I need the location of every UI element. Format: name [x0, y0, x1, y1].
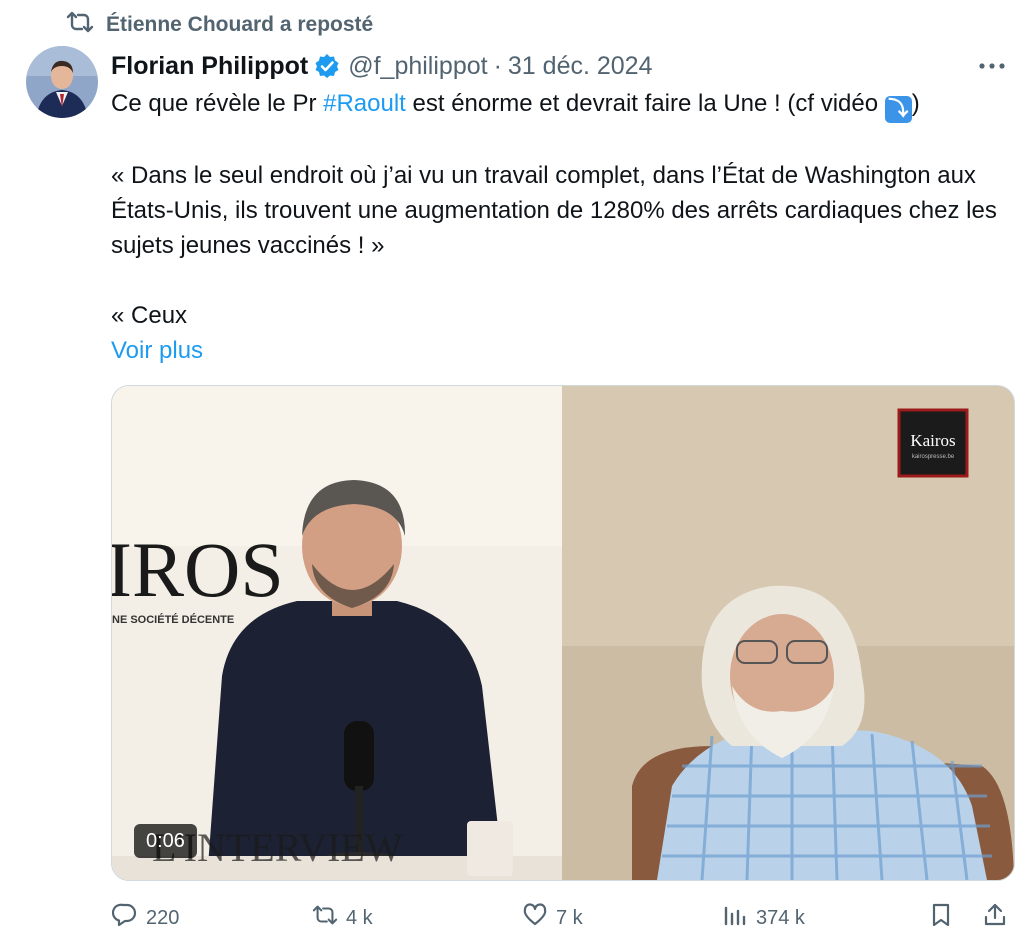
hashtag-link[interactable]: #Raoult	[323, 90, 406, 117]
like-button[interactable]: 7 k	[522, 902, 583, 934]
tweet-text: Ce que révèle le Pr #Raoult est énorme e…	[111, 86, 1001, 368]
tweet-text-segment: )	[911, 90, 920, 117]
backdrop-logo-text: IROS	[112, 526, 284, 613]
tweet-text-segment: est énorme et devrait faire la Une ! (cf…	[405, 90, 885, 117]
backdrop-subtitle: NE SOCIÉTÉ DÉCENTE	[112, 613, 234, 626]
video-duration: 0:06	[134, 824, 197, 858]
separator-dot: ·	[493, 51, 502, 80]
views-count: 374 k	[756, 906, 805, 929]
tweet-line-1: Ce que révèle le Pr #Raoult est énorme e…	[111, 86, 1001, 123]
tweet-header: Florian Philippot @f_philippot · 31 déc.…	[111, 48, 1004, 84]
repost-action-icon	[312, 902, 338, 934]
avatar[interactable]	[26, 46, 98, 118]
views-button[interactable]: 374 k	[722, 902, 805, 934]
share-button[interactable]	[982, 902, 1008, 934]
author-name[interactable]: Florian Philippot	[111, 52, 308, 81]
author-handle[interactable]: @f_philippot	[348, 52, 487, 81]
reply-icon	[111, 902, 138, 934]
show-more-link[interactable]: Voir plus	[111, 333, 1001, 368]
kairos-watermark-sub: kairospresse.be	[912, 454, 955, 460]
repost-banner-text: Étienne Chouard a reposté	[106, 13, 374, 36]
repost-button[interactable]: 4 k	[312, 902, 373, 934]
kairos-watermark: Kairos	[910, 431, 955, 450]
more-options-icon[interactable]	[976, 54, 1008, 78]
analytics-icon	[722, 902, 748, 934]
reply-button[interactable]: 220	[111, 902, 180, 934]
heart-icon	[522, 902, 548, 934]
tweet-text-segment: Ce que révèle le Pr	[111, 90, 324, 117]
action-bar: 220 4 k 7 k 374 k	[108, 898, 1010, 938]
tweet-date[interactable]: 31 déc. 2024	[508, 52, 653, 81]
reply-count: 220	[146, 906, 180, 929]
verified-badge-icon	[314, 53, 340, 79]
repost-icon	[66, 10, 94, 40]
tweet-quote-start: « Ceux	[111, 302, 188, 329]
bookmark-icon	[928, 902, 954, 934]
like-count: 7 k	[556, 906, 583, 929]
bookmark-button[interactable]	[928, 902, 954, 934]
arrow-down-emoji-icon: ⤵	[884, 96, 912, 123]
tweet-quote: « Dans le seul endroit où j’ai vu un tra…	[111, 162, 997, 259]
share-icon	[982, 902, 1008, 934]
repost-count: 4 k	[346, 906, 373, 929]
repost-banner[interactable]: Étienne Chouard a reposté	[66, 10, 373, 40]
video-player[interactable]: IROS NE SOCIÉTÉ DÉCENTE L'INTERVIEW Kair…	[111, 385, 1015, 881]
